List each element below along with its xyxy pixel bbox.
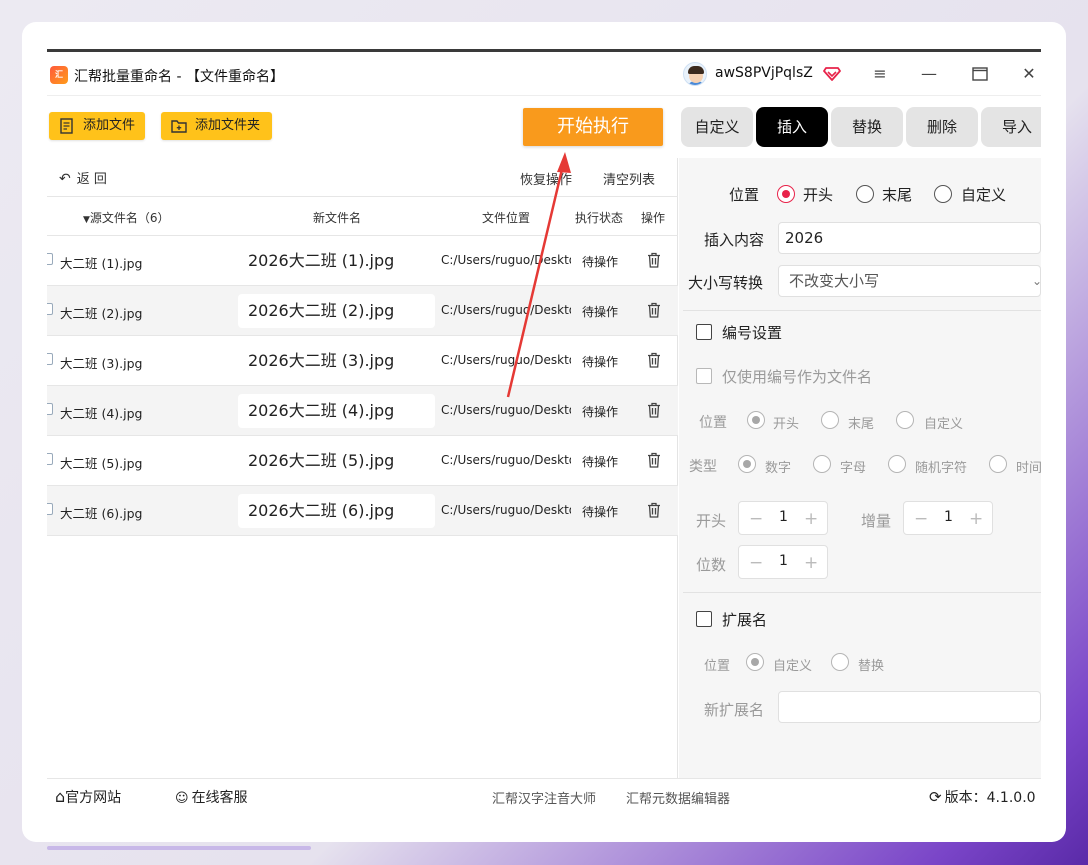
bottom-progress-line <box>47 846 311 850</box>
annotation-arrow-icon <box>506 152 571 398</box>
app-window: 汇 汇帮批量重命名 - 【文件重命名】 awS8PVjPqlsZ ≡ — ✕ 添… <box>47 49 1041 809</box>
